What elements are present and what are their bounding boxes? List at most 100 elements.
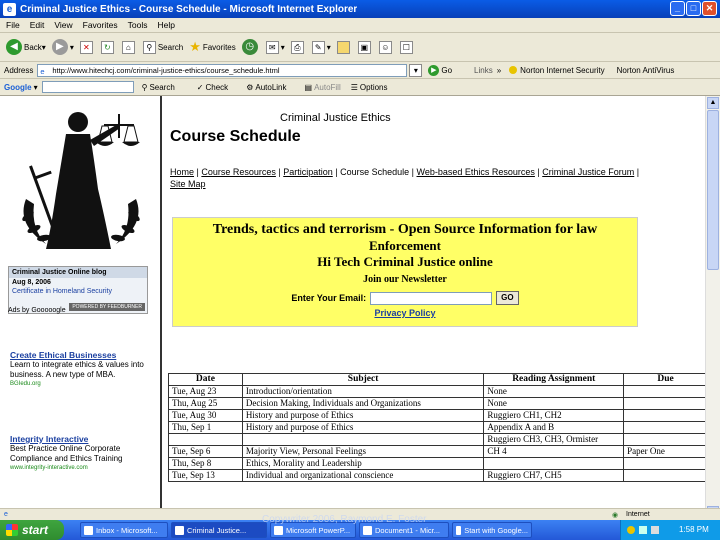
- ad-url[interactable]: BGIedu.org: [10, 380, 150, 389]
- col-due: Due: [623, 373, 705, 386]
- menu-favorites[interactable]: Favorites: [83, 20, 118, 30]
- blog-title[interactable]: Criminal Justice Online blog: [9, 267, 147, 278]
- refresh-button[interactable]: ↻: [100, 40, 116, 54]
- google-check-button[interactable]: Check: [206, 83, 229, 92]
- menu-tools[interactable]: Tools: [128, 20, 148, 30]
- close-button[interactable]: ✕: [702, 1, 717, 16]
- ad-url[interactable]: www.integrity-interactive.com: [10, 464, 150, 473]
- newsletter-banner: Trends, tactics and terrorism - Open Sou…: [172, 217, 638, 327]
- table-row: Thu, Sep 8 Ethics, Morality and Leadershi…: [168, 457, 705, 470]
- folder-button[interactable]: [336, 40, 352, 54]
- ad-title[interactable]: Integrity Interactive: [10, 434, 150, 444]
- messenger-button[interactable]: ☺: [378, 40, 394, 54]
- table-row: Tue, Sep 13 Individual and organizational…: [168, 469, 705, 482]
- nav-course-resources[interactable]: Course Resources: [201, 167, 276, 177]
- google-search-button[interactable]: Search: [149, 83, 174, 92]
- folder-icon: [336, 40, 350, 54]
- discuss-button[interactable]: ☐: [399, 40, 415, 54]
- address-input[interactable]: e http://www.hitechcj.com/criminal-justi…: [37, 63, 408, 77]
- stop-icon: ✕: [79, 40, 93, 54]
- home-icon: ⌂: [121, 40, 135, 54]
- print-button[interactable]: ⎙: [290, 40, 306, 54]
- ad-block-2[interactable]: Integrity Interactive Best Practice Onli…: [10, 434, 150, 473]
- back-arrow-icon: ◀: [6, 39, 22, 55]
- forward-arrow-icon: ▶: [51, 39, 68, 55]
- google-logo[interactable]: Google: [4, 83, 32, 92]
- cell-reading: Ruggiero CH7, CH5: [483, 469, 625, 482]
- table-row: Thu, Sep 1 History and purpose of Ethics A…: [168, 421, 705, 434]
- scroll-thumb[interactable]: [707, 110, 719, 270]
- start-button[interactable]: start: [0, 520, 64, 540]
- windows-logo-icon: [6, 524, 18, 536]
- google-autolink-icon: ⚙: [246, 82, 254, 92]
- address-dropdown[interactable]: ▾: [409, 63, 423, 77]
- lady-justice-logo: [22, 112, 140, 249]
- norton-security-button[interactable]: Norton Internet Security: [520, 66, 604, 75]
- menu-edit[interactable]: Edit: [30, 20, 45, 30]
- nav-participation[interactable]: Participation: [283, 167, 333, 177]
- ads-label[interactable]: Ads by Gooooogle: [8, 307, 66, 314]
- google-search-input[interactable]: [41, 81, 134, 93]
- back-button[interactable]: ◀ Back ▾: [6, 39, 46, 55]
- forward-button[interactable]: ▶ ▾: [51, 39, 74, 55]
- maximize-button[interactable]: □: [686, 1, 701, 16]
- stop-button[interactable]: ✕: [79, 40, 95, 54]
- edit-button[interactable]: ✎ ▾: [311, 40, 331, 54]
- ie-task-icon: [175, 525, 184, 535]
- cell-subject: Introduction/orientation: [241, 385, 485, 398]
- google-autolink-button[interactable]: AutoLink: [255, 83, 286, 92]
- ad-text: Learn to integrate ethics & values into …: [10, 360, 144, 379]
- network-tray-icon[interactable]: [639, 526, 647, 534]
- scroll-up-arrow-icon[interactable]: ▲: [707, 97, 719, 109]
- task-criminal-justice[interactable]: Criminal Justice...: [171, 522, 267, 538]
- search-icon: ⚲: [142, 40, 156, 54]
- task-google[interactable]: Start with Google...: [452, 522, 532, 538]
- system-tray: 1:58 PM: [620, 520, 720, 540]
- ad-block-1[interactable]: Create Ethical Businesses Learn to integ…: [10, 350, 150, 389]
- norton-tray-icon[interactable]: [627, 526, 635, 534]
- nav-web-ethics-resources[interactable]: Web-based Ethics Resources: [417, 167, 535, 177]
- window-title: Criminal Justice Ethics - Course Schedul…: [20, 3, 358, 15]
- mail-button[interactable]: ✉ ▾: [265, 40, 285, 54]
- go-arrow-icon[interactable]: ▶: [428, 64, 440, 76]
- table-row: Tue, Sep 6 Majority View, Personal Feelin…: [168, 445, 705, 458]
- research-icon: ▣: [357, 40, 371, 54]
- home-button[interactable]: ⌂: [121, 40, 137, 54]
- blog-link[interactable]: Certificate in Homeland Security: [9, 287, 147, 296]
- page-status-icon: e: [4, 511, 8, 518]
- google-autofill-button[interactable]: AutoFill: [314, 83, 341, 92]
- menu-view[interactable]: View: [54, 20, 72, 30]
- search-button[interactable]: ⚲ Search: [142, 40, 183, 54]
- minimize-button[interactable]: _: [670, 1, 685, 16]
- menu-file[interactable]: File: [6, 20, 20, 30]
- cell-due: [623, 433, 705, 446]
- nav-criminal-justice-forum[interactable]: Criminal Justice Forum: [542, 167, 634, 177]
- feedburner-badge[interactable]: POWERED BY FEEDBURNER: [69, 303, 145, 311]
- table-row: Thu, Aug 25 Decision Making, Individuals …: [168, 397, 705, 410]
- address-go-button[interactable]: Go: [441, 66, 452, 75]
- vertical-scrollbar[interactable]: ▲ ▼: [705, 96, 720, 520]
- cell-reading: [483, 457, 625, 470]
- start-label: start: [22, 523, 49, 537]
- google-options-icon: ☰: [350, 82, 358, 92]
- volume-tray-icon[interactable]: [651, 526, 659, 534]
- favorites-button[interactable]: ★ Favorites: [189, 39, 236, 55]
- clock[interactable]: 1:58 PM: [679, 525, 709, 534]
- ad-title[interactable]: Create Ethical Businesses: [10, 350, 150, 360]
- links-label[interactable]: Links: [474, 66, 493, 75]
- task-inbox[interactable]: Inbox - Microsoft...: [80, 522, 168, 538]
- privacy-policy-link[interactable]: Privacy Policy: [173, 308, 637, 318]
- cell-date: Thu, Sep 1: [168, 421, 243, 434]
- history-button[interactable]: ◷: [241, 39, 260, 55]
- research-button[interactable]: ▣: [357, 40, 373, 54]
- norton-antivirus-button[interactable]: Norton AntiVirus: [617, 66, 675, 75]
- banner-line-1: Trends, tactics and terrorism - Open Sou…: [212, 222, 598, 237]
- menu-help[interactable]: Help: [157, 20, 174, 30]
- email-input[interactable]: [370, 291, 493, 305]
- sidebar-divider: [160, 96, 162, 520]
- nav-home[interactable]: Home: [170, 167, 194, 177]
- nav-site-map[interactable]: Site Map: [170, 179, 206, 189]
- google-options-button[interactable]: Options: [360, 83, 388, 92]
- cell-date: Thu, Sep 8: [168, 457, 243, 470]
- newsletter-go-button[interactable]: GO: [496, 291, 519, 305]
